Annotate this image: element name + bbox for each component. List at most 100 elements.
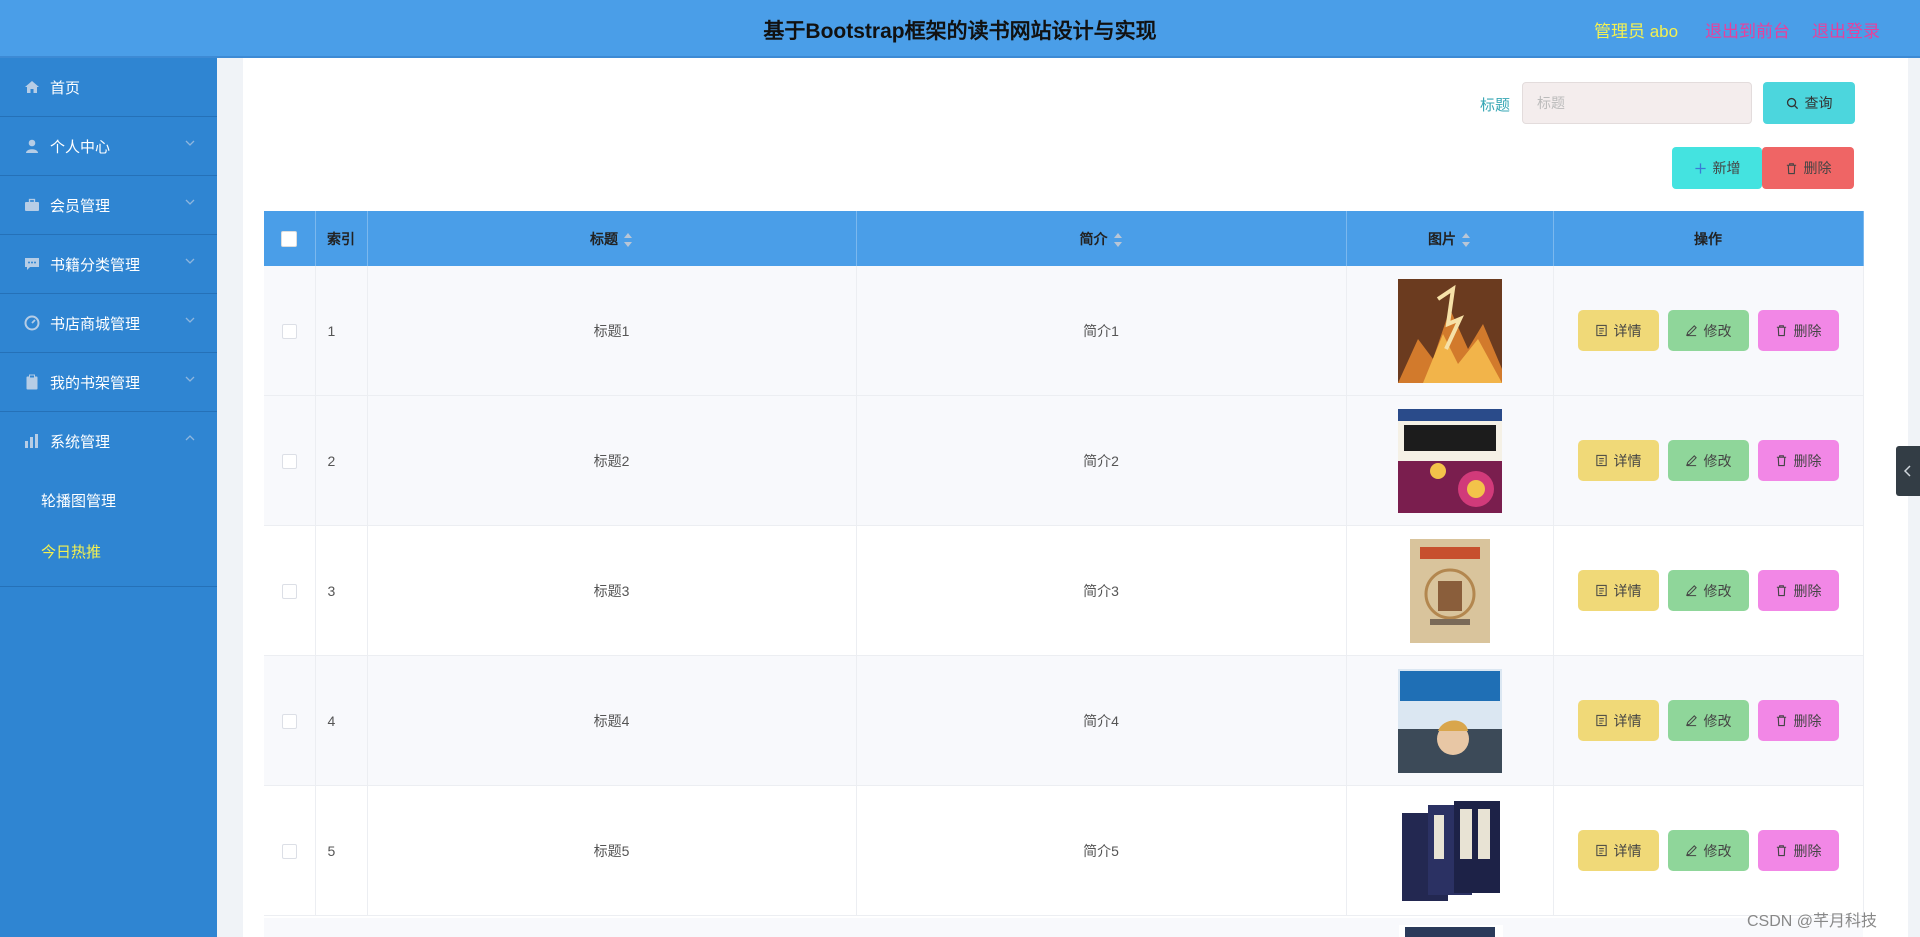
detail-button[interactable]: 详情	[1577, 310, 1659, 351]
sidebar-item-my-bookshelf[interactable]: 我的书架管理	[0, 353, 217, 412]
pencil-icon	[1685, 585, 1697, 597]
sort-icon[interactable]	[1462, 232, 1471, 247]
book-cover-image	[1397, 798, 1502, 903]
sidebar-item-book-category[interactable]: 书籍分类管理	[0, 235, 217, 294]
sort-icon[interactable]	[624, 232, 633, 247]
sidebar-item-member-management[interactable]: 会员管理	[0, 176, 217, 235]
row-actions-cell: 详情 修改 删除	[1553, 655, 1864, 786]
detail-button-label: 详情	[1613, 842, 1642, 859]
row-title: 标题5	[367, 785, 857, 916]
row-index: 1	[315, 266, 368, 396]
row-checkbox-cell[interactable]	[264, 266, 316, 396]
row-checkbox[interactable]	[281, 843, 297, 859]
pencil-icon	[1685, 455, 1697, 467]
delete-button[interactable]: 删除	[1757, 830, 1839, 871]
table-header-row: 索引 标题 简介 图片 操作	[264, 211, 1864, 266]
logout-link[interactable]: 退出登录	[1812, 17, 1880, 42]
row-title: 标题3	[367, 525, 857, 656]
detail-button[interactable]: 详情	[1577, 700, 1659, 741]
sidebar-item-label: 首页	[50, 80, 81, 97]
search-input[interactable]	[1522, 82, 1752, 124]
sort-icon[interactable]	[1113, 232, 1123, 247]
detail-button[interactable]: 详情	[1577, 440, 1659, 481]
delete-button[interactable]: 删除	[1757, 310, 1839, 351]
chevron-down-icon	[185, 258, 195, 264]
delete-button-label: 删除	[1793, 712, 1822, 729]
row-checkbox[interactable]	[281, 323, 297, 339]
edit-button-label: 修改	[1703, 712, 1732, 729]
sidebar-item-label: 会员管理	[50, 198, 111, 215]
row-index: 4	[315, 655, 368, 786]
sidebar-subitem-carousel[interactable]: 轮播图管理	[0, 476, 217, 527]
sidebar-item-label: 个人中心	[50, 139, 111, 156]
row-index: 2	[315, 395, 368, 526]
row-index: 3	[315, 525, 368, 656]
row-checkbox-cell[interactable]	[264, 655, 316, 786]
add-button[interactable]: 新增	[1672, 147, 1762, 189]
row-checkbox[interactable]	[281, 453, 297, 469]
row-checkbox[interactable]	[281, 583, 297, 599]
select-all-checkbox-cell[interactable]	[264, 211, 316, 266]
column-header-image[interactable]: 图片	[1346, 211, 1554, 266]
trash-icon	[1776, 715, 1786, 727]
row-checkbox-cell[interactable]	[264, 525, 316, 656]
edit-button[interactable]: 修改	[1667, 310, 1749, 351]
row-index: 5	[315, 785, 368, 916]
edit-button-label: 修改	[1703, 322, 1732, 339]
column-header-index: 索引	[315, 211, 368, 266]
row-checkbox[interactable]	[281, 713, 297, 729]
sidebar-item-label: 系统管理	[50, 434, 111, 451]
batch-delete-button[interactable]: 删除	[1762, 147, 1854, 189]
dashboard-icon	[24, 315, 40, 331]
sidebar-item-personal-center[interactable]: 个人中心	[0, 117, 217, 176]
edit-button[interactable]: 修改	[1667, 440, 1749, 481]
sidebar-item-label: 书籍分类管理	[50, 257, 141, 274]
edit-button[interactable]: 修改	[1667, 830, 1749, 871]
row-intro: 简介2	[856, 395, 1347, 526]
row-checkbox-cell[interactable]	[264, 785, 316, 916]
row-image-cell	[1346, 395, 1554, 526]
add-button-label: 新增	[1712, 160, 1741, 176]
delete-button-label: 删除	[1793, 842, 1822, 859]
chevron-down-icon	[185, 317, 195, 323]
search-label: 标题	[1480, 97, 1511, 114]
edit-button-label: 修改	[1703, 842, 1732, 859]
row-checkbox-cell[interactable]	[264, 395, 316, 526]
detail-button[interactable]: 详情	[1577, 830, 1659, 871]
row-image-cell	[1346, 655, 1554, 786]
row-actions-cell: 详情 修改 删除	[1553, 266, 1864, 396]
system-submenu: 轮播图管理 今日热推	[0, 470, 217, 587]
edit-button[interactable]: 修改	[1667, 570, 1749, 611]
trash-icon	[1776, 325, 1786, 337]
search-icon	[1786, 97, 1798, 109]
edit-button-label: 修改	[1703, 452, 1732, 469]
trash-icon	[1786, 162, 1796, 174]
delete-button[interactable]: 删除	[1757, 700, 1839, 741]
select-all-checkbox[interactable]	[281, 231, 298, 248]
column-header-title[interactable]: 标题	[367, 211, 857, 266]
table-row-partial	[264, 918, 1863, 937]
chat-icon	[25, 258, 39, 270]
detail-button[interactable]: 详情	[1577, 570, 1659, 611]
sidebar-item-bookstore-mall[interactable]: 书店商城管理	[0, 294, 217, 353]
query-button[interactable]: 查询	[1763, 82, 1855, 124]
sidebar-item-home[interactable]: 首页	[0, 58, 217, 117]
trash-icon	[1776, 455, 1786, 467]
book-cover-image	[1399, 925, 1503, 937]
delete-button[interactable]: 删除	[1757, 570, 1839, 611]
exit-to-frontend-link[interactable]: 退出到前台	[1705, 17, 1790, 42]
row-image-cell	[1346, 266, 1554, 396]
column-header-actions: 操作	[1553, 211, 1864, 266]
sidebar-item-system-management[interactable]: 系统管理	[0, 412, 217, 470]
sidebar-subitem-today-hot[interactable]: 今日热推	[0, 527, 217, 578]
side-collapse-tab[interactable]	[1896, 446, 1920, 496]
delete-button[interactable]: 删除	[1757, 440, 1839, 481]
document-icon	[1595, 454, 1607, 467]
column-header-image-label: 图片	[1428, 230, 1456, 247]
delete-button-label: 删除	[1793, 322, 1822, 339]
admin-label: 管理员 abo	[1594, 22, 1679, 41]
edit-button-label: 修改	[1703, 582, 1732, 599]
delete-button-label: 删除	[1793, 582, 1822, 599]
column-header-intro[interactable]: 简介	[856, 211, 1347, 266]
edit-button[interactable]: 修改	[1667, 700, 1749, 741]
